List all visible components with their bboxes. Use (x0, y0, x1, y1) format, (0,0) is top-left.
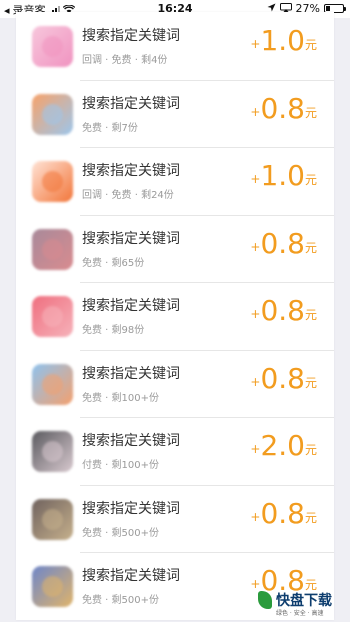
reward-plus: + (250, 239, 261, 254)
watermark-name: 快盘下载 (276, 593, 332, 609)
reward-unit: 元 (304, 105, 317, 120)
reward-amount: 0.8 (260, 91, 305, 125)
task-title: 搜索指定关键词 (82, 230, 180, 247)
reward-plus: + (250, 172, 261, 186)
task-row[interactable]: 搜索指定关键词付费 · 剩100+份 +2.0元 (16, 417, 334, 485)
task-title: 搜索指定关键词 (82, 500, 180, 517)
task-list: 搜索指定关键词 回调 · 免费 · 剩4份 +1.0元 搜索指定关键词 免费 · 剩7份… (16, 12, 334, 620)
task-reward: +0.8元 (250, 91, 317, 125)
task-thumbnail (32, 296, 73, 337)
reward-unit: 元 (304, 240, 317, 255)
task-thumbnail (32, 161, 73, 202)
reward-amount: 2.0 (260, 429, 305, 462)
reward-amount: 0.8 (260, 294, 305, 327)
task-thumbnail (32, 93, 73, 135)
reward-amount: 0.8 (260, 361, 305, 395)
task-reward: +0.8元 (250, 496, 317, 530)
watermark-tagline: 绿色 · 安全 · 高速 (276, 610, 324, 617)
task-title: 搜索指定关键词 (82, 365, 180, 382)
task-thumbnail (32, 363, 73, 405)
task-thumbnail (32, 566, 73, 607)
task-row[interactable]: 搜索指定关键词免费 · 剩100+份 +0.8元 (16, 349, 334, 418)
task-title: 搜索指定关键词 (82, 298, 180, 314)
task-row[interactable]: 搜索指定关键词免费 · 剩65份 +0.8元 (16, 214, 334, 283)
reward-plus: + (250, 37, 261, 51)
task-reward: +1.0元 (250, 26, 317, 56)
reward-unit: 元 (304, 510, 317, 525)
task-title: 搜索指定关键词 (82, 28, 180, 44)
task-meta: 付费 · 剩100+份 (82, 460, 160, 471)
task-row[interactable]: 搜索指定关键词免费 · 剩500+份 +0.8元 (16, 484, 334, 553)
task-meta: 免费 · 剩98份 (82, 325, 145, 336)
task-title: 搜索指定关键词 (82, 95, 180, 112)
reward-plus: + (250, 104, 261, 119)
task-thumbnail (32, 431, 73, 472)
reward-unit: 元 (304, 38, 317, 52)
task-title: 搜索指定关键词 (82, 163, 180, 179)
task-title: 搜索指定关键词 (82, 568, 180, 584)
task-meta: 免费 · 剩7份 (82, 122, 138, 134)
task-meta: 回调 · 免费 · 剩24份 (82, 190, 174, 201)
task-thumbnail (32, 228, 73, 270)
task-thumbnail (32, 498, 73, 540)
task-meta: 免费 · 剩65份 (82, 257, 145, 269)
task-row[interactable]: 搜索指定关键词免费 · 剩98份 +0.8元 (16, 282, 334, 350)
task-reward: +1.0元 (250, 161, 317, 191)
task-reward: +0.8元 (250, 296, 317, 326)
reward-unit: 元 (304, 443, 317, 457)
reward-unit: 元 (304, 375, 317, 390)
reward-plus: + (250, 307, 261, 321)
task-thumbnail (32, 26, 73, 67)
task-title: 搜索指定关键词 (82, 433, 180, 449)
watermark-logo: 快盘下载 绿色 · 安全 · 高速 (258, 590, 332, 617)
reward-amount: 1.0 (260, 159, 305, 192)
task-reward: +0.8元 (250, 226, 317, 260)
reward-plus: + (250, 442, 261, 456)
reward-amount: 0.8 (260, 496, 305, 530)
reward-unit: 元 (304, 173, 317, 187)
task-meta: 免费 · 剩100+份 (82, 392, 160, 404)
task-meta: 免费 · 剩500+份 (82, 527, 160, 539)
task-row[interactable]: 搜索指定关键词免费 · 剩7份 +0.8元 (16, 79, 334, 148)
task-row[interactable]: 搜索指定关键词回调 · 免费 · 剩4份 +1.0元 (16, 12, 334, 80)
reward-plus: + (250, 374, 261, 389)
task-reward: +0.8元 (250, 361, 317, 395)
reward-plus: + (250, 509, 261, 524)
task-row[interactable]: 搜索指定关键词回调 · 免费 · 剩24份 +1.0元 (16, 147, 334, 215)
reward-unit: 元 (304, 308, 317, 322)
task-meta: 回调 · 免费 · 剩4份 (82, 55, 168, 66)
task-meta: 免费 · 剩500+份 (82, 595, 160, 606)
reward-amount: 1.0 (260, 24, 305, 57)
reward-plus: + (250, 577, 261, 591)
watermark-leaf-icon (258, 591, 272, 609)
reward-amount: 0.8 (260, 226, 305, 260)
task-reward: +2.0元 (250, 431, 317, 461)
